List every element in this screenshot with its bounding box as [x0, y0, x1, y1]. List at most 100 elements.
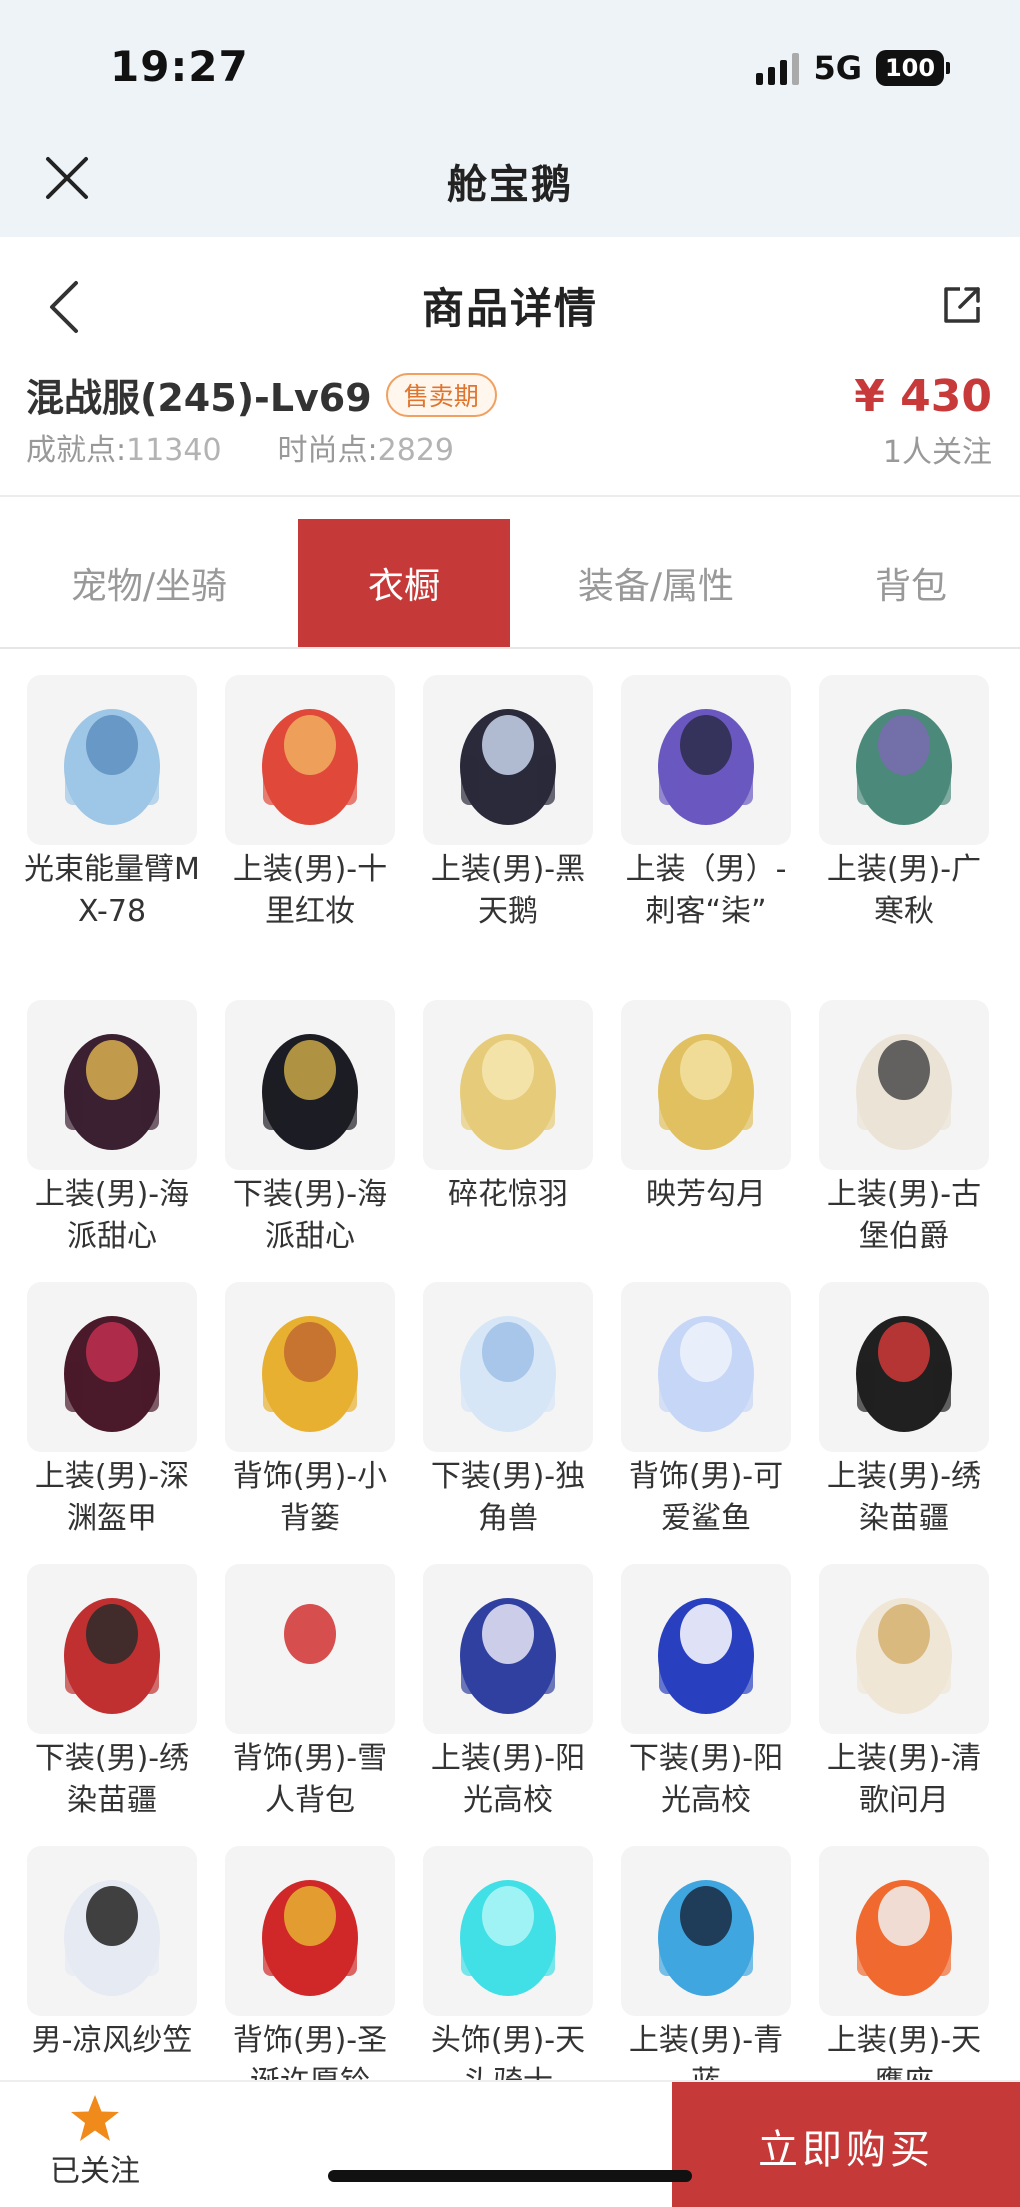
- gold-jacket-icon: [27, 1000, 197, 1170]
- moon-robe-icon: [819, 1564, 989, 1734]
- wardrobe-item-label: 上装(男)-青蓝: [628, 2023, 784, 2080]
- wardrobe-item[interactable]: 上装(男)-黑天鹅: [413, 675, 603, 933]
- wardrobe-item[interactable]: 光束能量臂MX-78: [17, 675, 207, 933]
- veil-hat-icon: [27, 1846, 197, 2016]
- snowman-icon: [225, 1564, 395, 1734]
- app-header: 19:27 5G 100 舱宝鹅: [0, 0, 1020, 237]
- wardrobe-item-label: 上装(男)-天鹰座: [826, 2023, 982, 2080]
- miao-skirt-icon: [27, 1564, 197, 1734]
- wardrobe-item[interactable]: 上装(男)-深渊盔甲: [17, 1282, 207, 1540]
- wardrobe-item-label: 背饰(男)-圣诞许愿铃: [232, 2023, 388, 2080]
- wardrobe-item[interactable]: 头饰(男)-天头骑士: [413, 1846, 603, 2080]
- wardrobe-item-label: 下装(男)-海派甜心: [232, 1177, 388, 1254]
- home-indicator: [328, 2170, 692, 2182]
- category-tabs: 宠物/坐骑 衣橱 装备/属性 背包: [0, 519, 1020, 649]
- wardrobe-item[interactable]: 上装(男)-天鹰座: [809, 1846, 999, 2080]
- wardrobe-item-label: 下装(男)-阳光高校: [628, 1741, 784, 1818]
- star-icon: [71, 2095, 119, 2141]
- wardrobe-item[interactable]: 上装(男)-广寒秋: [809, 675, 999, 933]
- tab-equipment-attributes[interactable]: 装备/属性: [510, 519, 802, 647]
- product-name-row: 混战服(245)-Lv69 售卖期: [26, 367, 497, 422]
- robotic-arm-icon: [27, 675, 197, 845]
- share-icon[interactable]: [942, 285, 982, 325]
- wardrobe-item[interactable]: 下装(男)-阳光高校: [611, 1564, 801, 1822]
- achievement-label: 成就点:: [26, 433, 127, 468]
- wardrobe-item-label: 上装(男)-古堡伯爵: [826, 1177, 982, 1254]
- follow-button[interactable]: 已关注: [30, 2092, 160, 2202]
- wardrobe-item-label: 上装(男)-绣染苗疆: [826, 1459, 982, 1536]
- wardrobe-item-label: 上装（男）-刺客“柒”: [625, 852, 787, 929]
- wardrobe-item[interactable]: 下装(男)-绣染苗疆: [17, 1564, 207, 1822]
- miao-top-icon: [819, 1282, 989, 1452]
- wardrobe-item[interactable]: 上装(男)-阳光高校: [413, 1564, 603, 1822]
- teal-robe-icon: [819, 675, 989, 845]
- follow-label: 已关注: [50, 2154, 140, 2189]
- wardrobe-item[interactable]: 上装(男)-十里红妆: [215, 675, 405, 933]
- armor-icon: [27, 1282, 197, 1452]
- tab-pets-mounts[interactable]: 宠物/坐骑: [0, 519, 298, 647]
- cyan-flame-icon: [423, 1846, 593, 2016]
- wardrobe-grid: 光束能量臂MX-78 上装(男)-十里红妆 上装(男)-黑天鹅 上装（男）-刺客“柒”…: [0, 650, 1020, 2080]
- blue-shoes-icon: [621, 1564, 791, 1734]
- tab-wardrobe[interactable]: 衣橱: [298, 519, 510, 647]
- wardrobe-item[interactable]: 男-凉风纱笠: [17, 1846, 207, 2062]
- wardrobe-item[interactable]: 下装(男)-海派甜心: [215, 1000, 405, 1258]
- page-header: 商品详情: [0, 237, 1020, 367]
- wardrobe-item-label: 光束能量臂MX-78: [24, 852, 200, 929]
- status-time: 19:27: [110, 42, 249, 91]
- wardrobe-item-label: 上装(男)-清歌问月: [826, 1741, 982, 1818]
- flower-basket-icon: [225, 1282, 395, 1452]
- battery-icon: 100: [876, 50, 950, 86]
- unicorn-boots-icon: [423, 1282, 593, 1452]
- wardrobe-item-label: 男-凉风纱笠: [31, 2023, 193, 2058]
- achievement-points: 成就点:11340: [26, 425, 222, 469]
- wardrobe-item-label: 背饰(男)-可爱鲨鱼: [628, 1459, 784, 1536]
- wardrobe-item-label: 上装(男)-十里红妆: [232, 852, 388, 929]
- wardrobe-item[interactable]: 上装(男)-海派甜心: [17, 1000, 207, 1258]
- status-indicators: 5G 100: [756, 48, 950, 88]
- wardrobe-item[interactable]: 背饰(男)-小背篓: [215, 1282, 405, 1540]
- school-jacket-icon: [423, 1564, 593, 1734]
- wardrobe-item[interactable]: 背饰(男)-可爱鲨鱼: [611, 1282, 801, 1540]
- wardrobe-item-label: 上装(男)-黑天鹅: [430, 852, 586, 929]
- price: ¥ 430: [854, 371, 992, 422]
- network-label: 5G: [813, 49, 862, 87]
- wardrobe-item-label: 映芳勾月: [646, 1177, 766, 1212]
- fashion-value: 2829: [377, 433, 455, 468]
- product-info: 混战服(245)-Lv69 售卖期 成就点:11340 时尚点:2829 ¥ 4…: [0, 367, 1020, 497]
- product-stats: 成就点:11340 时尚点:2829: [26, 425, 454, 469]
- christmas-bell-icon: [225, 1846, 395, 2016]
- wardrobe-item-label: 上装(男)-广寒秋: [826, 852, 982, 929]
- gold-wings-icon: [423, 1000, 593, 1170]
- wardrobe-item[interactable]: 背饰(男)-雪人背包: [215, 1564, 405, 1822]
- wardrobe-item[interactable]: 背饰(男)-圣诞许愿铃: [215, 1846, 405, 2080]
- shark-icon: [621, 1282, 791, 1452]
- wardrobe-item-label: 背饰(男)-小背篓: [232, 1459, 388, 1536]
- fashion-label: 时尚点:: [277, 433, 378, 468]
- white-coat-icon: [819, 1000, 989, 1170]
- mini-program-title: 舱宝鹅: [447, 162, 573, 208]
- wardrobe-item[interactable]: 上装（男）-刺客“柒”: [611, 675, 801, 933]
- purple-robe-icon: [621, 675, 791, 845]
- wardrobe-item[interactable]: 碎花惊羽: [413, 1000, 603, 1216]
- wardrobe-item-label: 上装(男)-阳光高校: [430, 1741, 586, 1818]
- buy-now-button[interactable]: 立即购买: [672, 2082, 1020, 2207]
- wardrobe-item-label: 下装(男)-独角兽: [430, 1459, 586, 1536]
- wardrobe-item[interactable]: 上装(男)-青蓝: [611, 1846, 801, 2080]
- wardrobe-item[interactable]: 映芳勾月: [611, 1000, 801, 1216]
- wardrobe-item[interactable]: 上装(男)-清歌问月: [809, 1564, 999, 1822]
- wardrobe-item-label: 上装(男)-海派甜心: [34, 1177, 190, 1254]
- wardrobe-item[interactable]: 下装(男)-独角兽: [413, 1282, 603, 1540]
- black-suit-icon: [423, 675, 593, 845]
- page-title: 商品详情: [421, 284, 598, 333]
- signal-icon: [756, 51, 800, 85]
- black-pants-icon: [225, 1000, 395, 1170]
- achievement-value: 11340: [126, 433, 222, 468]
- wardrobe-item[interactable]: 上装(男)-绣染苗疆: [809, 1282, 999, 1540]
- wardrobe-item-label: 上装(男)-深渊盔甲: [34, 1459, 190, 1536]
- wardrobe-item-label: 头饰(男)-天头骑士: [430, 2023, 586, 2080]
- gold-staff-icon: [621, 1000, 791, 1170]
- tab-backpack[interactable]: 背包: [802, 519, 1020, 647]
- product-name: 混战服(245)-Lv69: [26, 376, 372, 420]
- wardrobe-item[interactable]: 上装(男)-古堡伯爵: [809, 1000, 999, 1258]
